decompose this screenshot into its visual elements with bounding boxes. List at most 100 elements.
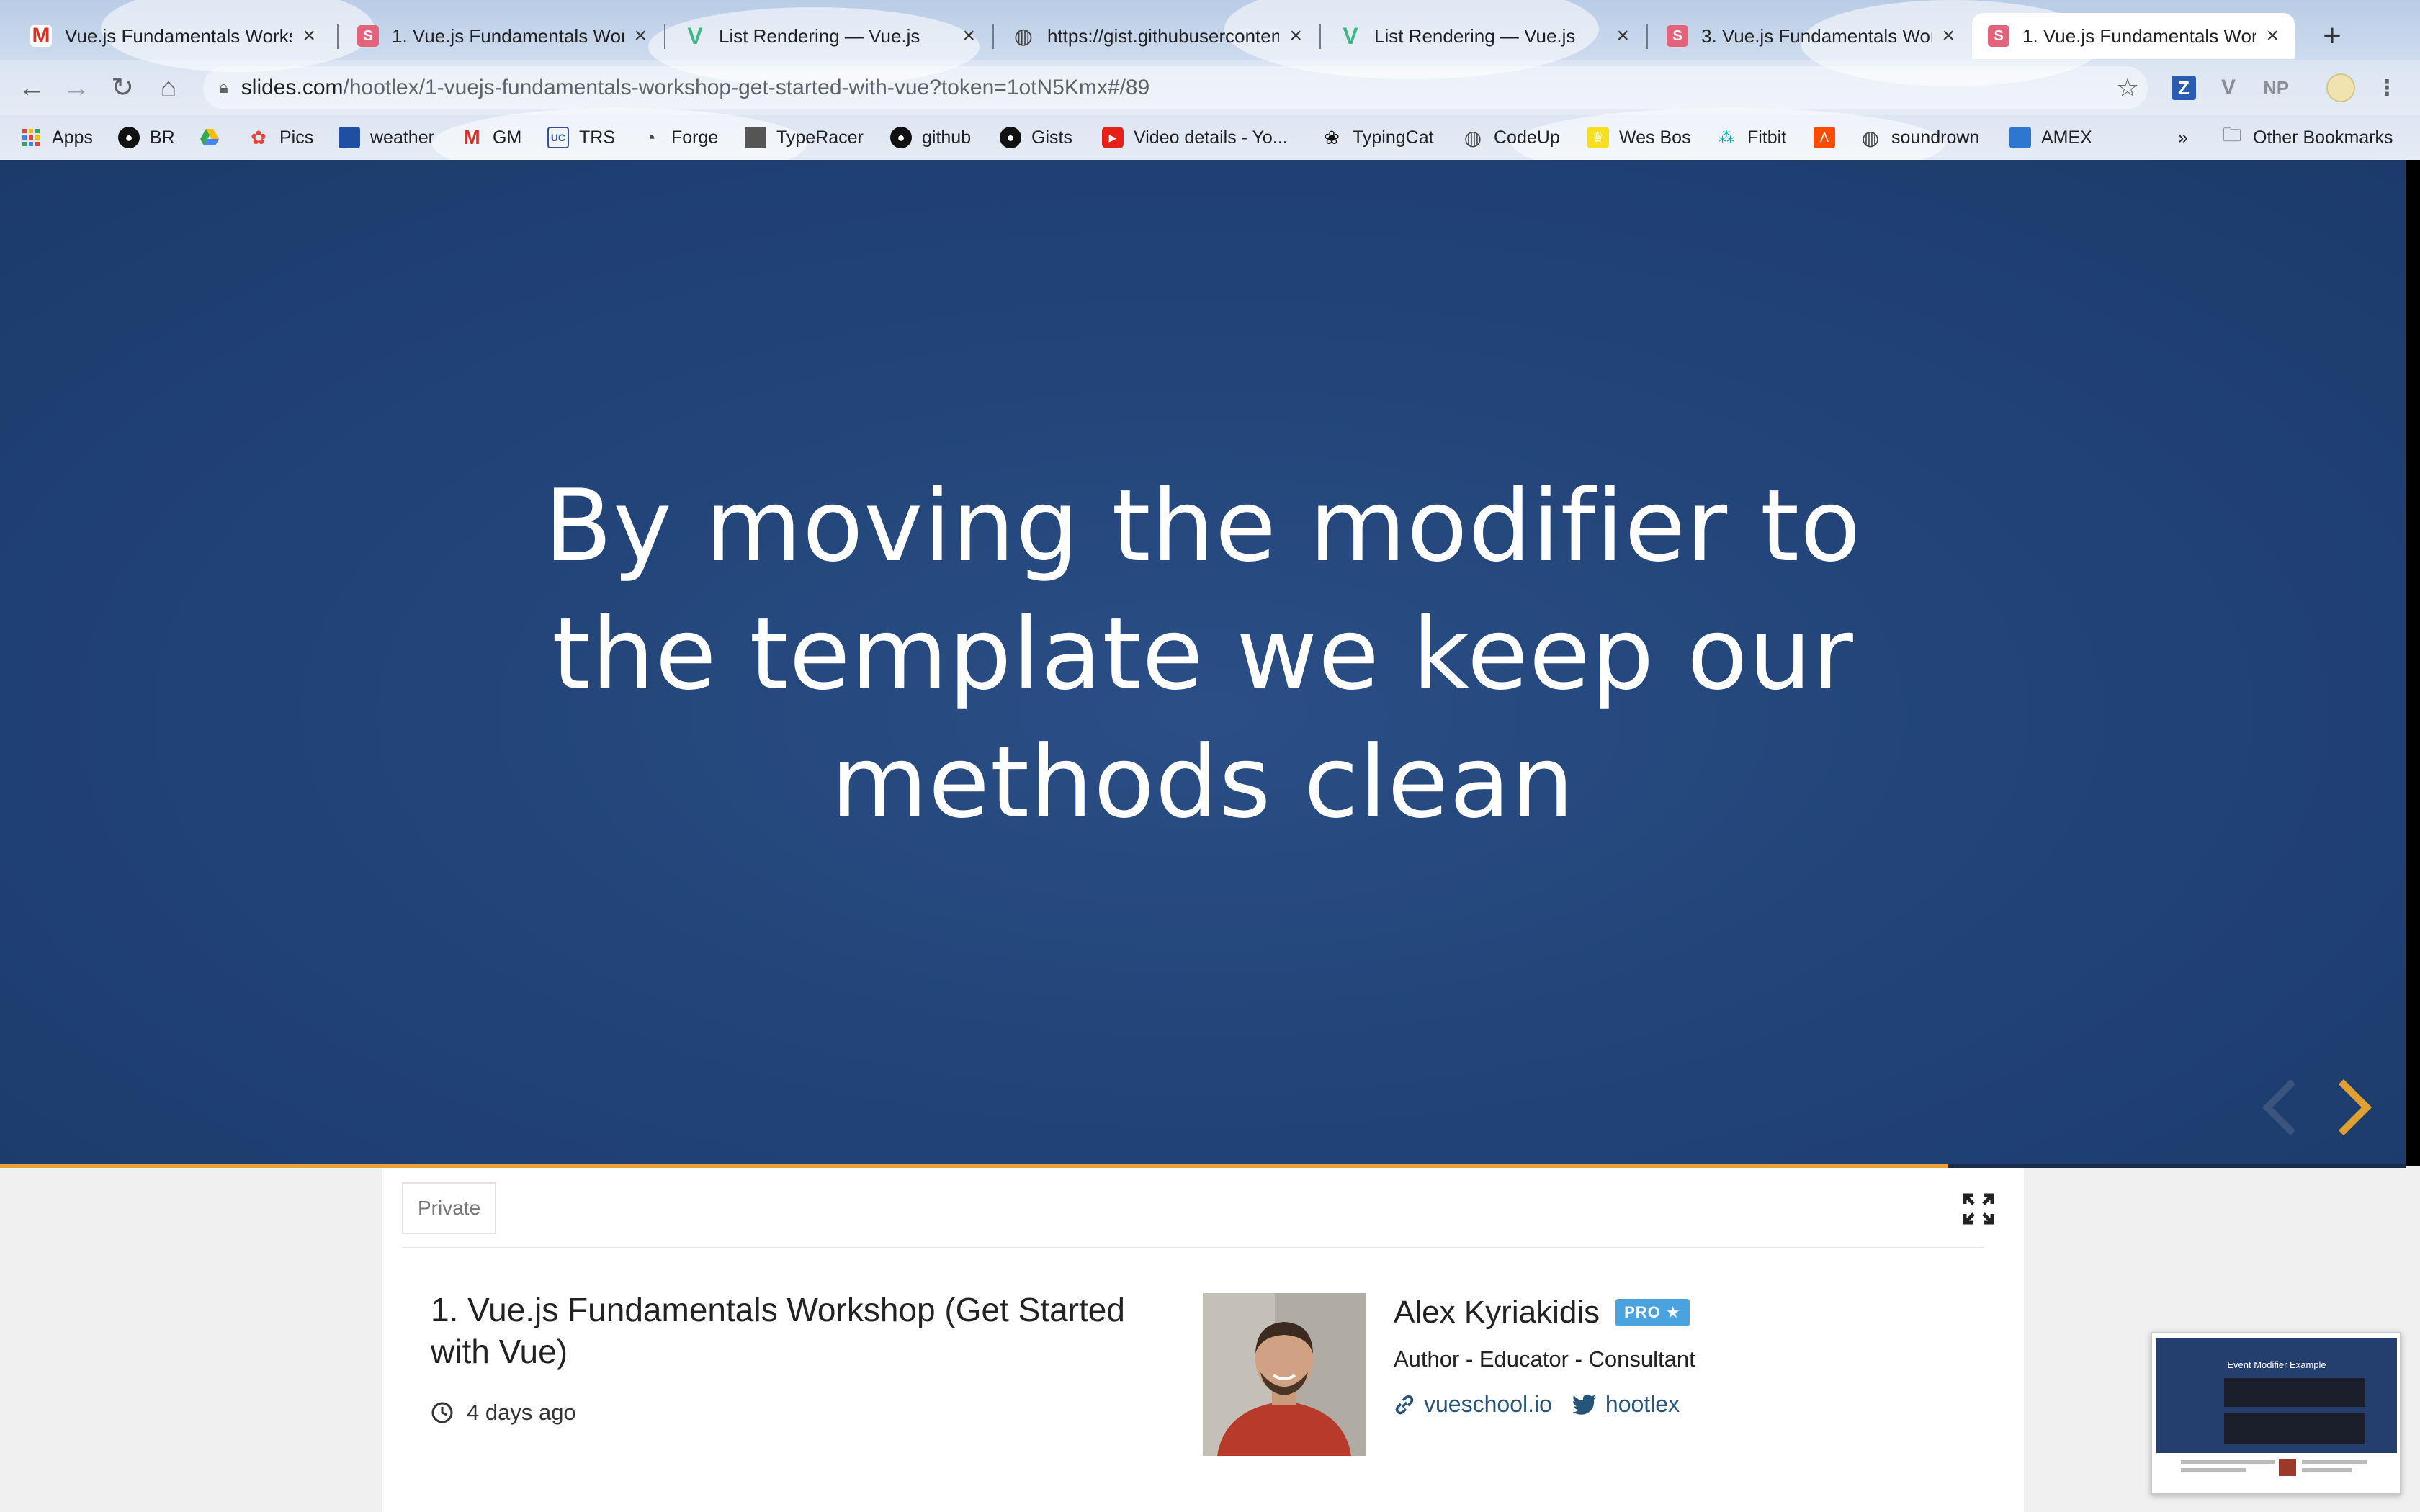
preview-text-line <box>2302 1468 2352 1472</box>
bookmark-weather[interactable]: weather <box>339 122 434 153</box>
bookmark-br[interactable]: ● BR <box>118 122 175 153</box>
author-role: Author - Educator - Consultant <box>1394 1346 1695 1372</box>
close-icon[interactable]: × <box>962 24 975 48</box>
home-button[interactable]: ⌂ <box>147 66 190 109</box>
bookmark-pics[interactable]: ✿ Pics <box>248 122 313 153</box>
browser-chrome: M Vue.js Fundamentals Worksh × S 1. Vue.… <box>0 0 2420 180</box>
bookmark-amex[interactable]: AMEX <box>2009 122 2092 153</box>
github-icon: ● <box>1000 127 1021 148</box>
tab-item[interactable]: M Vue.js Fundamentals Worksh × <box>14 13 331 59</box>
bookmark-fitbit[interactable]: ⁂ Fitbit <box>1716 122 1786 153</box>
tab-separator <box>1319 24 1321 49</box>
bookmark-wes-bos[interactable]: ♛ Wes Bos <box>1587 122 1691 153</box>
preview-avatar <box>2279 1459 2296 1476</box>
author-name[interactable]: Alex Kyriakidis PRO ★ <box>1394 1295 1690 1331</box>
preview-text-line <box>2181 1468 2246 1472</box>
bookmark-label: Wes Bos <box>1619 127 1691 148</box>
bookmark-video-details[interactable]: ▶ Video details - Yo... <box>1102 122 1288 153</box>
page-scrollbar[interactable] <box>2406 160 2420 1166</box>
author-avatar[interactable] <box>1203 1293 1366 1456</box>
bookmark-label: GM <box>493 127 522 148</box>
slide-viewport: By moving the modifier to the template w… <box>0 160 2406 1166</box>
twitter-link[interactable]: hootlex <box>1572 1391 1680 1418</box>
author-links: vueschool.io hootlex <box>1394 1391 1700 1418</box>
extension-np-icon[interactable]: NP <box>2256 71 2296 105</box>
profile-avatar[interactable] <box>2323 71 2358 105</box>
bookmark-typeracer[interactable]: TypeRacer <box>745 122 864 153</box>
close-icon[interactable]: × <box>2266 24 2279 48</box>
bookmark-drive[interactable] <box>199 122 230 153</box>
bookmark-label: TypeRacer <box>776 127 864 148</box>
close-icon[interactable]: × <box>302 24 315 48</box>
tab-item[interactable]: V List Rendering — Vue.js × <box>1324 13 1645 59</box>
amex-icon <box>2009 127 2031 148</box>
gmail-icon: M <box>463 126 480 148</box>
bookmark-typingcat[interactable]: ❀ TypingCat <box>1321 122 1433 153</box>
tab-item[interactable]: S 3. Vue.js Fundamentals Work × <box>1651 13 1971 59</box>
tab-separator <box>664 24 666 49</box>
fitbit-icon: ⁂ <box>1718 128 1734 146</box>
bookmark-codeup[interactable]: ◍ CodeUp <box>1462 122 1560 153</box>
bookmark-star-icon[interactable]: ☆ <box>2110 71 2145 105</box>
close-icon[interactable]: × <box>1289 24 1302 48</box>
slide-heading: By moving the modifier to the template w… <box>0 462 2406 847</box>
bookmark-label: github <box>922 127 972 148</box>
close-icon[interactable]: × <box>634 24 647 48</box>
tab-title: https://gist.githubuserconten <box>1047 24 1280 47</box>
tab-item[interactable]: ◍ https://gist.githubuserconten × <box>997 13 1318 59</box>
bookmark-strava[interactable]: Λ <box>1814 122 1845 153</box>
forward-button[interactable]: → <box>55 66 98 109</box>
tab-item-active[interactable]: S 1. Vue.js Fundamentals Work × <box>1972 13 2295 59</box>
website-link[interactable]: vueschool.io <box>1394 1391 1552 1418</box>
fullscreen-button[interactable] <box>1959 1189 1998 1228</box>
url-host: slides.com <box>241 76 344 99</box>
bookmark-gm[interactable]: M GM <box>461 122 521 153</box>
slide-line: methods clean <box>830 724 1575 840</box>
weather-icon <box>339 127 360 148</box>
slide-line: By moving the modifier to <box>544 468 1862 584</box>
pro-badge: PRO ★ <box>1615 1299 1690 1326</box>
github-icon: ● <box>118 127 140 148</box>
close-icon[interactable]: × <box>1942 24 1955 48</box>
tab-item[interactable]: S 1. Vue.js Fundamentals Work × <box>341 13 663 59</box>
extension-z-icon[interactable]: Z <box>2168 71 2200 105</box>
bookmark-soundrown[interactable]: ◍ soundrown <box>1860 122 1980 153</box>
fullscreen-icon <box>1963 1193 1994 1225</box>
slide-preview-thumbnail[interactable]: Event Modifier Example <box>2151 1332 2401 1495</box>
close-icon[interactable]: × <box>1616 24 1629 48</box>
bookmarks-overflow-button[interactable]: » <box>2178 122 2188 153</box>
preview-text-line <box>2302 1460 2367 1464</box>
new-tab-button[interactable]: + <box>2312 16 2352 56</box>
tab-title: 1. Vue.js Fundamentals Work <box>2022 24 2257 47</box>
bookmark-trs[interactable]: UC TRS <box>547 122 615 153</box>
extension-v-icon[interactable]: V <box>2211 71 2246 105</box>
extension-label: NP <box>2262 76 2290 99</box>
previous-slide-button[interactable] <box>2253 1071 2303 1143</box>
reload-button[interactable]: ↻ <box>101 66 144 109</box>
globe-icon: ◍ <box>1861 126 1880 149</box>
address-bar[interactable]: 🔒︎ slides.com/hootlex/1-vuejs-fundamenta… <box>203 66 2148 109</box>
bookmarks-bar: Apps ● BR ✿ Pics weather M GM UC TRS ◔ F… <box>0 115 2420 160</box>
tab-title: 3. Vue.js Fundamentals Work <box>1701 24 1932 47</box>
tab-title: List Rendering — Vue.js <box>719 24 920 47</box>
bookmark-github[interactable]: ● github <box>890 122 971 153</box>
tab-item[interactable]: V List Rendering — Vue.js × <box>668 13 991 59</box>
chevron-left-icon <box>2262 1079 2296 1136</box>
preview-title: Event Modifier Example <box>2227 1359 2326 1370</box>
bookmark-forge[interactable]: ◔ Forge <box>640 122 718 153</box>
globe-icon: ◍ <box>1464 126 1482 149</box>
other-bookmarks[interactable]: 🗀︎ Other Bookmarks <box>2221 122 2393 153</box>
bookmark-gists[interactable]: ● Gists <box>1000 122 1072 153</box>
google-photos-icon: ✿ <box>251 126 266 148</box>
back-button[interactable]: ← <box>10 66 53 109</box>
vue-icon: V <box>1343 22 1358 49</box>
next-slide-button[interactable] <box>2331 1071 2381 1143</box>
paw-icon: ❀ <box>1324 126 1340 148</box>
bookmark-apps[interactable]: Apps <box>20 122 93 153</box>
twitter-label: hootlex <box>1605 1391 1680 1417</box>
deck-title: 1. Vue.js Fundamentals Workshop (Get Sta… <box>431 1291 1125 1370</box>
typeracer-icon <box>745 127 766 148</box>
deck-info-panel: Private 1. Vue.js Fundamentals Workshop … <box>382 1168 2024 1512</box>
folder-icon: 🗀︎ <box>2222 124 2241 145</box>
menu-kebab-icon[interactable]: ⋮ <box>2372 71 2401 105</box>
